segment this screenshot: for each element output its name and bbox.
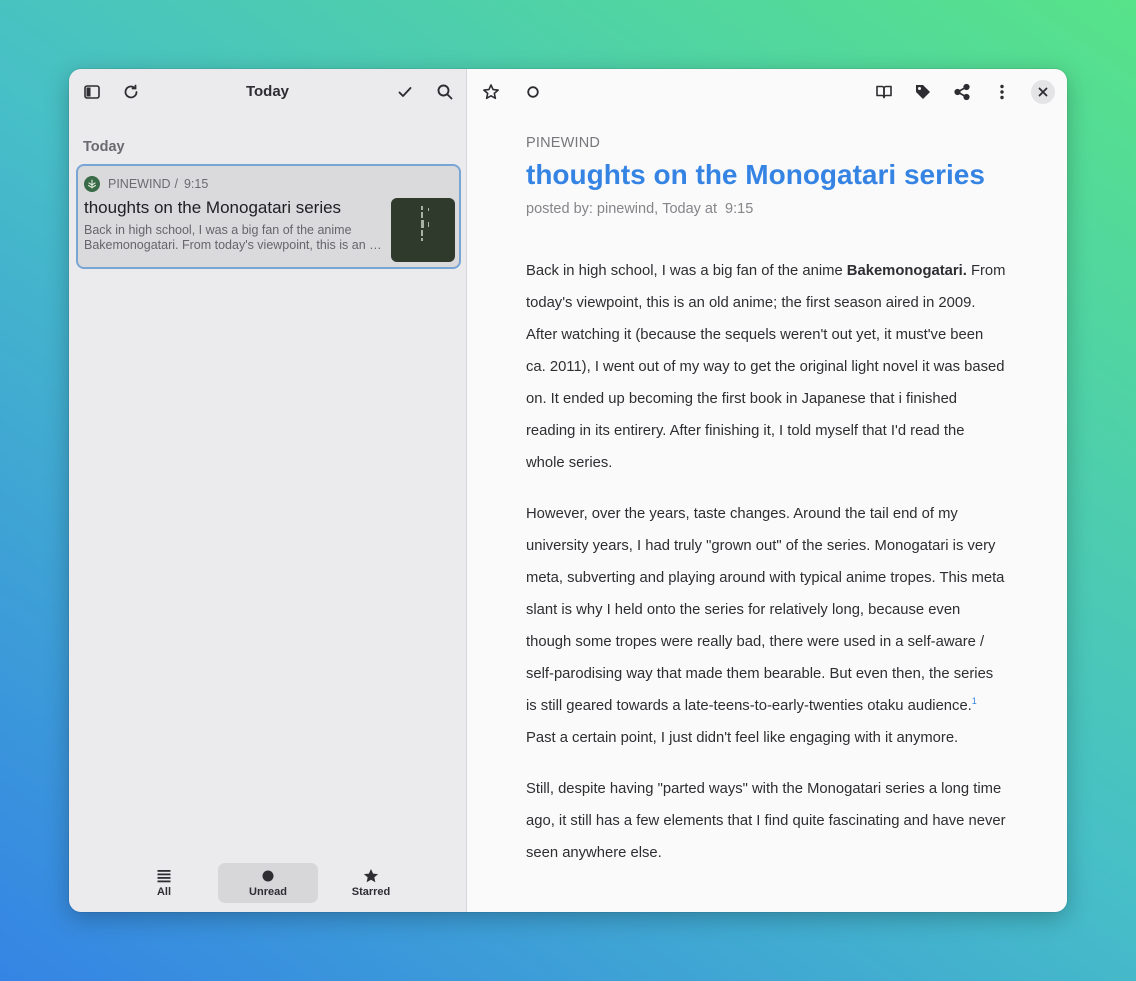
paragraph-text: From today's viewpoint, this is an old a… (526, 263, 1006, 471)
posted-by-label: posted by: (526, 201, 593, 217)
footnote-link[interactable]: 1 (972, 696, 977, 706)
view-starred-label: Starred (351, 886, 391, 898)
view-switcher: All Unread Starred (69, 862, 466, 912)
article-author: pinewind, (596, 201, 659, 217)
share-button[interactable] (947, 77, 977, 107)
article-view: PINEWIND thoughts on the Monogatari seri… (467, 69, 1067, 912)
mark-unread-button[interactable] (518, 77, 548, 107)
list-icon (157, 870, 171, 883)
tag-button[interactable] (908, 77, 938, 107)
close-icon (1038, 87, 1048, 97)
mark-all-read-button[interactable] (390, 77, 420, 107)
checkmark-icon (398, 87, 412, 97)
article-date: Today at (662, 201, 718, 217)
star-outline-icon (483, 84, 499, 100)
article-excerpt: Back in high school, I was a big fan of … (84, 223, 384, 253)
article-list-item[interactable]: PINEWIND / 9:15 thoughts on the Monogata… (76, 164, 461, 269)
paragraph-text: Back in high school, I was a big fan of … (526, 263, 847, 279)
article-meta: PINEWIND / 9:15 (84, 176, 208, 192)
reader-mode-button[interactable] (869, 77, 899, 107)
section-label: Today (83, 139, 125, 155)
search-button[interactable] (430, 77, 460, 107)
sidebar: Today Today PINEWIND / 9:15 thoughts on … (69, 69, 467, 912)
article-paragraph: Back in high school, I was a big fan of … (526, 255, 1006, 479)
view-unread-label: Unread (249, 886, 287, 898)
book-icon (876, 85, 892, 99)
paragraph-text: However, over the years, taste changes. … (526, 506, 1005, 714)
search-icon (437, 84, 453, 100)
star-article-button[interactable] (476, 77, 506, 107)
article-feed-name: PINEWIND (526, 135, 601, 151)
more-vertical-icon (1000, 84, 1004, 100)
article-title[interactable]: thoughts on the Monogatari series (526, 159, 1006, 191)
circle-outline-icon (527, 86, 539, 98)
article-content: PINEWIND thoughts on the Monogatari seri… (526, 135, 1006, 888)
more-options-button[interactable] (987, 77, 1017, 107)
excerpt-line: Bakemonogatari. From today's viewpoint, … (84, 238, 384, 252)
article-header-bar (467, 69, 1067, 115)
share-icon (954, 83, 970, 101)
tag-icon (916, 85, 930, 99)
article-byline: posted by: pinewind, Today at 9:15 (526, 201, 1006, 217)
star-icon (363, 869, 379, 883)
close-button[interactable] (1031, 80, 1055, 104)
view-all-button[interactable]: All (114, 863, 214, 903)
app-window: Today Today PINEWIND / 9:15 thoughts on … (69, 69, 1067, 912)
view-all-label: All (156, 886, 172, 898)
sidebar-header: Today (69, 69, 466, 115)
bold-text: Bakemonogatari. (846, 263, 967, 279)
feed-favicon-icon (84, 176, 100, 192)
article-body: Back in high school, I was a big fan of … (526, 255, 1006, 869)
article-time: 9:15 (183, 177, 209, 191)
view-unread-button[interactable]: Unread (218, 863, 318, 903)
view-starred-button[interactable]: Starred (321, 863, 421, 903)
meta-separator: / (174, 177, 178, 191)
article-paragraph: However, over the years, taste changes. … (526, 498, 1006, 754)
article-thumbnail (391, 198, 455, 262)
paragraph-text: Past a certain point, I just didn't feel… (526, 730, 959, 746)
dot-icon (262, 870, 274, 882)
article-feed-name: PINEWIND (108, 177, 171, 191)
article-time: 9:15 (725, 201, 754, 217)
excerpt-line: Back in high school, I was a big fan of … (84, 223, 352, 237)
article-list-title: thoughts on the Monogatari series (84, 198, 342, 217)
article-paragraph: Still, despite having "parted ways" with… (526, 781, 1006, 861)
